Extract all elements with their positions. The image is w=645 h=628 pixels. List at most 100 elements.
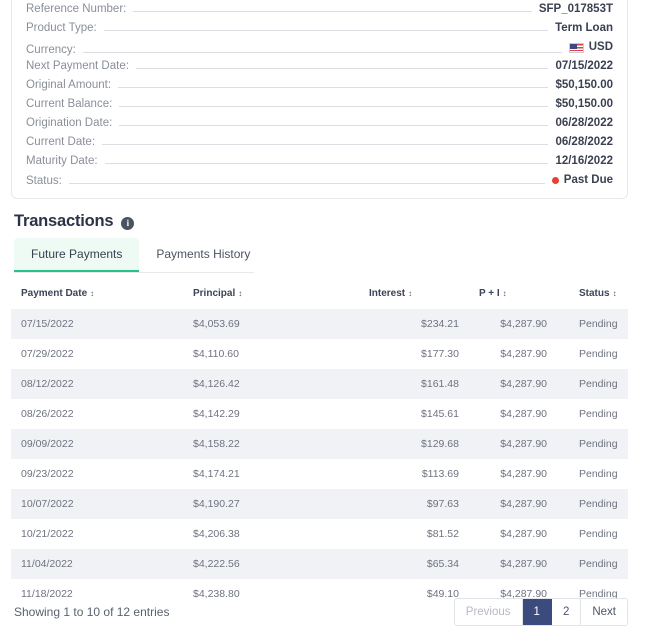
column-header-label: Principal <box>193 288 236 299</box>
table-row[interactable]: 08/12/2022 $4,126.42 $161.48 $4,287.90 Pendi… <box>11 369 628 399</box>
sort-arrows-icon[interactable]: ↕ <box>613 289 617 298</box>
detail-label: Maturity Date: <box>26 155 98 167</box>
detail-value-text: USD <box>588 41 613 53</box>
cell-interest: $129.68 <box>359 429 469 459</box>
detail-label: Original Amount: <box>26 79 112 91</box>
pagination-next[interactable]: Next <box>581 599 627 625</box>
pagination-previous[interactable]: Previous <box>454 599 523 625</box>
detail-value: 06/28/2022 <box>555 133 613 152</box>
cell-principal: $4,126.42 <box>183 369 359 399</box>
detail-label: Current Date: <box>26 136 96 148</box>
cell-principal: $4,158.22 <box>183 429 359 459</box>
cell-principal: $4,190.27 <box>183 489 359 519</box>
cell-pi: $4,287.90 <box>500 468 547 480</box>
tab-payments-history[interactable]: Payments History <box>139 238 267 272</box>
cell-status: Pending <box>579 528 618 540</box>
loan-detail-page: Reference Number: SFP_017853T Product Type… <box>0 0 645 628</box>
transactions-tabs: Future Payments Payments History <box>14 238 254 273</box>
sort-arrows-icon[interactable]: ↕ <box>408 289 412 298</box>
cell-interest: $234.21 <box>359 309 469 339</box>
column-header-label: Status <box>579 288 610 299</box>
detail-value-text: SFP_017853T <box>538 3 613 15</box>
cell-status: Pending <box>579 408 618 420</box>
tab-future-payments[interactable]: Future Payments <box>14 238 140 272</box>
detail-row: Product Type: Term Loan <box>26 19 613 38</box>
leader-line <box>102 144 549 145</box>
detail-label: Next Payment Date: <box>26 60 129 72</box>
detail-label: Status: <box>26 175 62 187</box>
table-header: Payment Date ↕ Principal ↕ Interest ↕ P + I ↕ St… <box>11 281 628 309</box>
transactions-heading: Transactions i <box>14 212 135 231</box>
detail-row: Status: Past Due <box>26 171 613 190</box>
cell-status: Pending <box>557 369 628 399</box>
loan-summary-card: Reference Number: SFP_017853T Product Type… <box>11 0 628 199</box>
column-header-label: Interest <box>369 288 406 299</box>
cell-pi: $4,287.90 <box>500 348 547 360</box>
detail-row: Current Date: 06/28/2022 <box>26 133 613 152</box>
sort-arrows-icon[interactable]: ↕ <box>90 289 94 298</box>
detail-row: Currency: USD <box>26 38 613 57</box>
table-row[interactable]: 08/26/2022 $4,142.29 $145.61 $4,287.90 Pendi… <box>11 399 628 429</box>
cell-principal: $4,222.56 <box>183 549 359 579</box>
cell-pi: $4,287.90 <box>469 549 557 579</box>
table-row[interactable]: 10/21/2022 $4,206.38 $81.52 $4,287.90 Pendin… <box>11 519 628 549</box>
detail-value: $50,150.00 <box>555 76 613 95</box>
cell-interest: $145.61 <box>421 408 459 420</box>
detail-label: Origination Date: <box>26 117 113 129</box>
leader-line <box>68 183 545 184</box>
cell-date: 11/04/2022 <box>11 549 183 579</box>
column-header-principal[interactable]: Principal ↕ <box>183 281 359 309</box>
detail-row: Reference Number: SFP_017853T <box>26 0 613 19</box>
us-flag-icon <box>568 42 584 53</box>
detail-value: Past Due <box>551 171 613 190</box>
table-footer: Showing 1 to 10 of 12 entries Previous 1 2… <box>14 598 628 626</box>
detail-row: Next Payment Date: 07/15/2022 <box>26 57 613 76</box>
table-row[interactable]: 09/09/2022 $4,158.22 $129.68 $4,287.90 Pendi… <box>11 429 628 459</box>
detail-label: Reference Number: <box>26 3 127 15</box>
cell-pi: $4,287.90 <box>469 369 557 399</box>
column-header-status[interactable]: Status ↕ <box>557 281 628 309</box>
detail-row: Origination Date: 06/28/2022 <box>26 114 613 133</box>
table-row[interactable]: 11/04/2022 $4,222.56 $65.34 $4,287.90 Pendin… <box>11 549 628 579</box>
sort-arrows-icon[interactable]: ↕ <box>238 289 242 298</box>
detail-value-text: Past Due <box>563 174 613 186</box>
page-title: Transactions <box>14 212 114 230</box>
cell-pi: $4,287.90 <box>500 528 547 540</box>
cell-pi: $4,287.90 <box>500 408 547 420</box>
leader-line <box>119 125 549 126</box>
sort-arrows-icon[interactable]: ↕ <box>503 289 507 298</box>
pagination-2[interactable]: 2 <box>551 599 582 625</box>
column-header-interest[interactable]: Interest ↕ <box>359 281 469 309</box>
table-row[interactable]: 09/23/2022 $4,174.21 $113.69 $4,287.90 Pendi… <box>11 459 628 489</box>
cell-interest: $177.30 <box>421 348 459 360</box>
table-header-row: Payment Date ↕ Principal ↕ Interest ↕ P + I ↕ St… <box>11 281 628 309</box>
detail-value: 12/16/2022 <box>555 152 613 171</box>
column-header-label: P + I <box>479 288 500 299</box>
table-row[interactable]: 07/29/2022 $4,110.60 $177.30 $4,287.90 Pendi… <box>11 339 628 369</box>
info-icon[interactable]: i <box>121 217 135 230</box>
leader-line <box>82 51 562 53</box>
cell-status: Pending <box>557 489 628 519</box>
detail-row: Original Amount: $50,150.00 <box>26 76 613 95</box>
cell-date: 07/29/2022 <box>21 348 74 360</box>
column-header-label: Payment Date <box>21 288 88 299</box>
leader-line <box>135 68 549 69</box>
column-header-payment-date[interactable]: Payment Date ↕ <box>11 281 183 309</box>
detail-value: $50,150.00 <box>555 95 613 114</box>
detail-value-text: 06/28/2022 <box>555 117 613 129</box>
column-header-p-i[interactable]: P + I ↕ <box>469 281 557 309</box>
leader-line <box>118 87 549 88</box>
entries-summary: Showing 1 to 10 of 12 entries <box>14 605 170 619</box>
table-row[interactable]: 10/07/2022 $4,190.27 $97.63 $4,287.90 Pendin… <box>11 489 628 519</box>
detail-value-text: $50,150.00 <box>555 79 613 91</box>
pagination-1[interactable]: 1 <box>522 599 552 625</box>
detail-value-text: 07/15/2022 <box>555 60 613 72</box>
status-dot-icon <box>551 177 559 184</box>
detail-row: Maturity Date: 12/16/2022 <box>26 152 613 171</box>
table-row[interactable]: 07/15/2022 $4,053.69 $234.21 $4,287.90 Pendi… <box>11 309 628 339</box>
cell-date: 08/26/2022 <box>21 408 74 420</box>
cell-status: Pending <box>557 429 628 459</box>
detail-row: Current Balance: $50,150.00 <box>26 95 613 114</box>
cell-principal: $4,206.38 <box>193 528 240 540</box>
cell-interest: $97.63 <box>359 489 469 519</box>
